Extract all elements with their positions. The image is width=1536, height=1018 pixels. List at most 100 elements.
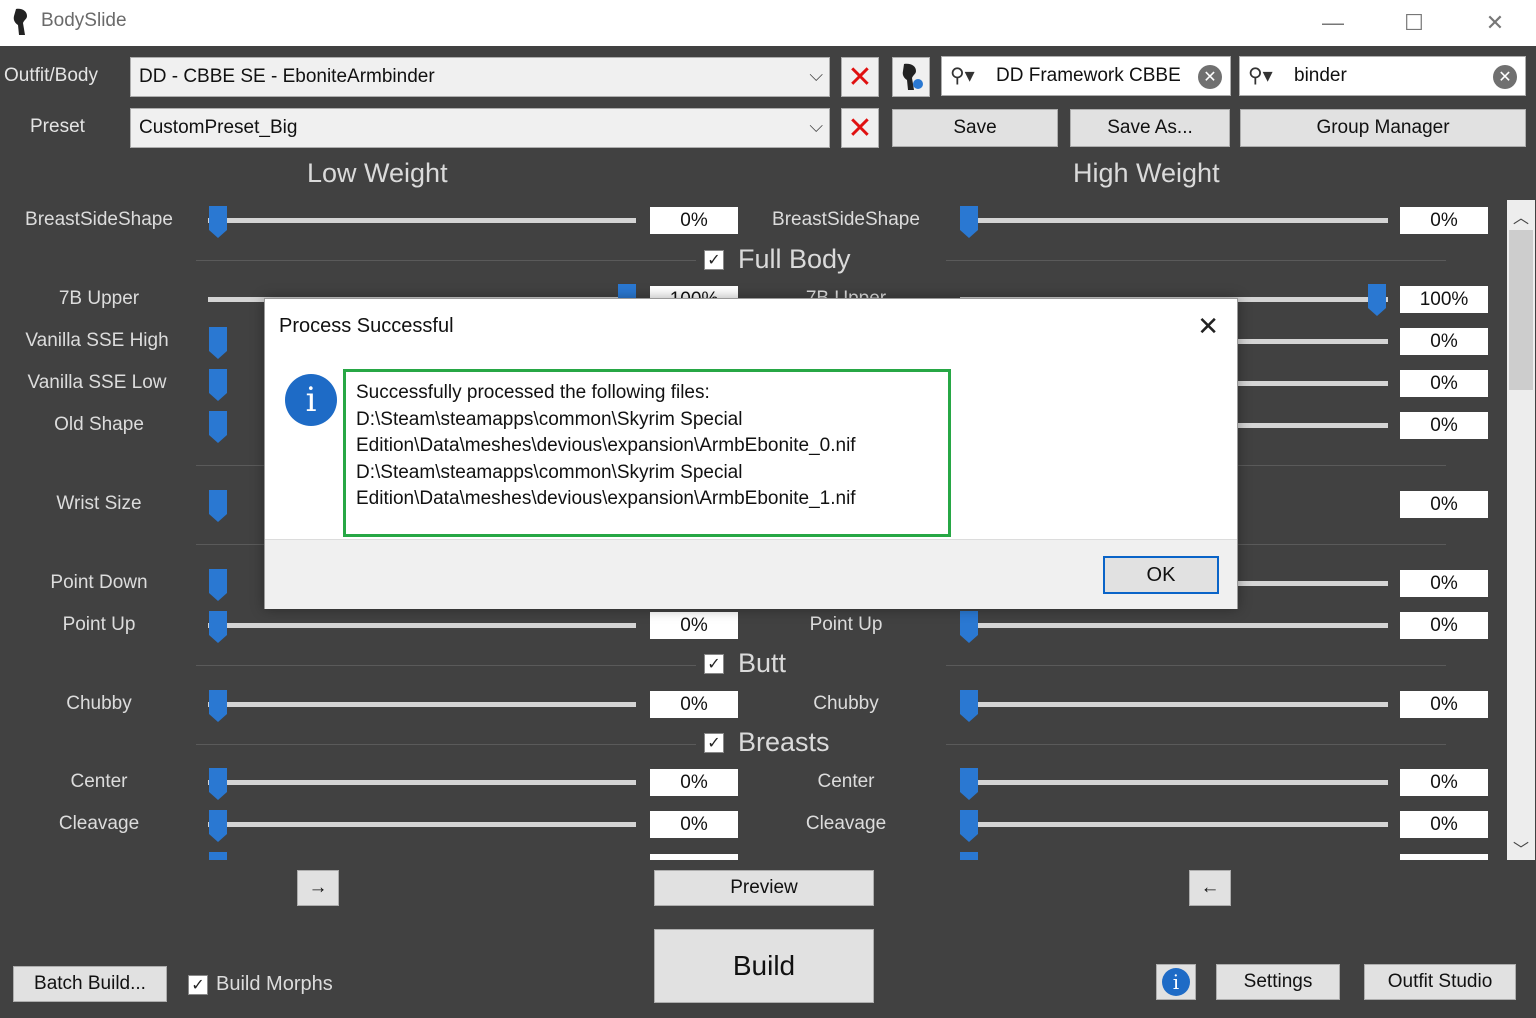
slider-thumb[interactable] [209, 411, 227, 443]
slider-track[interactable] [1236, 581, 1388, 586]
copy-to-low-button[interactable]: ← [1189, 870, 1231, 906]
slider-label-breastsideshape-high: BreastSideShape [772, 209, 920, 230]
group-breasts[interactable]: ✓ Breasts [704, 727, 830, 758]
slider-thumb[interactable] [209, 690, 227, 722]
window-title: BodySlide [41, 10, 127, 31]
delete-outfit-button[interactable]: ✕ [841, 57, 879, 97]
divider [1238, 465, 1446, 466]
slider-label-chubby: Chubby [66, 693, 132, 714]
group-butt[interactable]: ✓ Butt [704, 648, 786, 679]
settings-button[interactable]: Settings [1216, 964, 1340, 1000]
save-button[interactable]: Save [892, 109, 1058, 147]
slider-value-high[interactable]: 0% [1400, 370, 1488, 397]
outfit-filter-search[interactable]: ⚲▾ binder ✕ [1239, 56, 1526, 96]
scroll-up-icon[interactable]: ︿ [1507, 204, 1535, 228]
checkbox-icon[interactable]: ✓ [188, 974, 208, 995]
slider-track[interactable] [1236, 381, 1388, 386]
slider-track[interactable] [960, 780, 1388, 785]
slider-label-point-up-high: Point Up [809, 614, 883, 635]
slider-thumb[interactable] [209, 768, 227, 800]
slider-label-7b-upper: 7B Upper [58, 288, 140, 309]
slider-thumb[interactable] [960, 810, 978, 842]
slider-thumb[interactable] [209, 611, 227, 643]
slider-value-high[interactable]: 100% [1400, 286, 1488, 313]
slider-thumb[interactable] [209, 569, 227, 601]
preview-button[interactable]: Preview [654, 870, 874, 906]
build-morphs-option[interactable]: ✓ Build Morphs [188, 973, 333, 996]
slider-track[interactable] [960, 623, 1388, 628]
outfit-studio-button[interactable]: Outfit Studio [1364, 964, 1516, 1000]
slider-value-high[interactable]: 0% [1400, 491, 1488, 518]
slider-value-high[interactable]: 0% [1400, 328, 1488, 355]
bodyslide-figure-icon [902, 63, 923, 90]
group-manager-button[interactable]: Group Manager [1240, 109, 1526, 147]
copy-to-high-button[interactable]: → [297, 870, 339, 906]
slider-value-low[interactable]: 0% [650, 811, 738, 838]
checkbox-icon[interactable]: ✓ [704, 653, 724, 674]
close-icon[interactable]: ✕ [1472, 0, 1518, 46]
slider-track[interactable] [1236, 339, 1388, 344]
outfit-studio-icon-button[interactable] [892, 57, 930, 97]
slider-track[interactable] [960, 822, 1388, 827]
process-successful-dialog: Process Successful ✕ i Successfully proc… [264, 298, 1238, 609]
slider-thumb[interactable] [209, 206, 227, 238]
slider-label-chubby-high: Chubby [813, 693, 879, 714]
slider-thumb[interactable] [209, 810, 227, 842]
slider-label-cleavage-high: Cleavage [805, 813, 887, 834]
divider [196, 665, 696, 666]
preset-dropdown[interactable]: CustomPreset_Big ⌵ [130, 108, 830, 148]
maximize-icon[interactable]: ☐ [1391, 0, 1437, 46]
slider-value-low[interactable]: 0% [650, 612, 738, 639]
dialog-footer: OK [265, 539, 1237, 609]
slider-thumb[interactable] [209, 490, 227, 522]
slider-value-high[interactable]: 0% [1400, 811, 1488, 838]
slider-thumb[interactable] [960, 690, 978, 722]
slider-value-high[interactable]: 0% [1400, 769, 1488, 796]
message-line: D:\Steam\steamapps\common\Skyrim Special [356, 461, 743, 483]
outfit-body-dropdown[interactable]: DD - CBBE SE - EboniteArmbinder ⌵ [130, 57, 830, 97]
slider-thumb[interactable] [960, 206, 978, 238]
slider-track[interactable] [960, 218, 1388, 223]
close-icon[interactable]: ✕ [1197, 311, 1219, 342]
scrollbar-thumb[interactable] [1509, 230, 1533, 390]
clear-icon[interactable]: ✕ [1198, 65, 1222, 89]
divider [1238, 544, 1446, 545]
checkbox-icon[interactable]: ✓ [704, 249, 724, 270]
slider-track[interactable] [208, 780, 636, 785]
slider-thumb[interactable] [960, 768, 978, 800]
delete-preset-button[interactable]: ✕ [841, 108, 879, 148]
slider-value-low[interactable]: 0% [650, 691, 738, 718]
search-icon: ⚲▾ [1248, 65, 1273, 87]
slider-track[interactable] [960, 702, 1388, 707]
ok-button[interactable]: OK [1103, 556, 1219, 594]
slider-thumb[interactable] [209, 369, 227, 401]
about-button[interactable]: i [1156, 964, 1196, 1000]
batch-build-button[interactable]: Batch Build... [13, 966, 167, 1002]
high-weight-heading: High Weight [1073, 158, 1220, 188]
build-button[interactable]: Build [654, 929, 874, 1003]
slider-value-low[interactable]: 0% [650, 769, 738, 796]
group-filter-search[interactable]: ⚲▾ DD Framework CBBE ✕ [941, 56, 1231, 96]
slider-thumb[interactable] [960, 611, 978, 643]
slider-track[interactable] [208, 822, 636, 827]
minimize-icon[interactable]: — [1310, 0, 1356, 46]
slider-track[interactable] [208, 218, 636, 223]
slider-value-high[interactable]: 0% [1400, 612, 1488, 639]
slider-thumb[interactable] [1368, 284, 1386, 316]
save-as-button[interactable]: Save As... [1070, 109, 1230, 147]
slider-track[interactable] [1236, 423, 1388, 428]
slider-value-high[interactable]: 0% [1400, 691, 1488, 718]
slider-track[interactable] [208, 702, 636, 707]
slider-value-high[interactable]: 0% [1400, 412, 1488, 439]
slider-thumb[interactable] [209, 327, 227, 359]
clear-icon[interactable]: ✕ [1493, 65, 1517, 89]
divider [196, 260, 696, 261]
slider-value-low[interactable]: 0% [650, 207, 738, 234]
group-full-body[interactable]: ✓ Full Body [704, 244, 851, 275]
slider-value-high[interactable]: 0% [1400, 570, 1488, 597]
slider-value-high[interactable]: 0% [1400, 207, 1488, 234]
vertical-scrollbar[interactable]: ︿ ﹀ [1507, 200, 1535, 860]
scroll-down-icon[interactable]: ﹀ [1507, 836, 1535, 860]
slider-track[interactable] [208, 623, 636, 628]
checkbox-icon[interactable]: ✓ [704, 732, 724, 753]
